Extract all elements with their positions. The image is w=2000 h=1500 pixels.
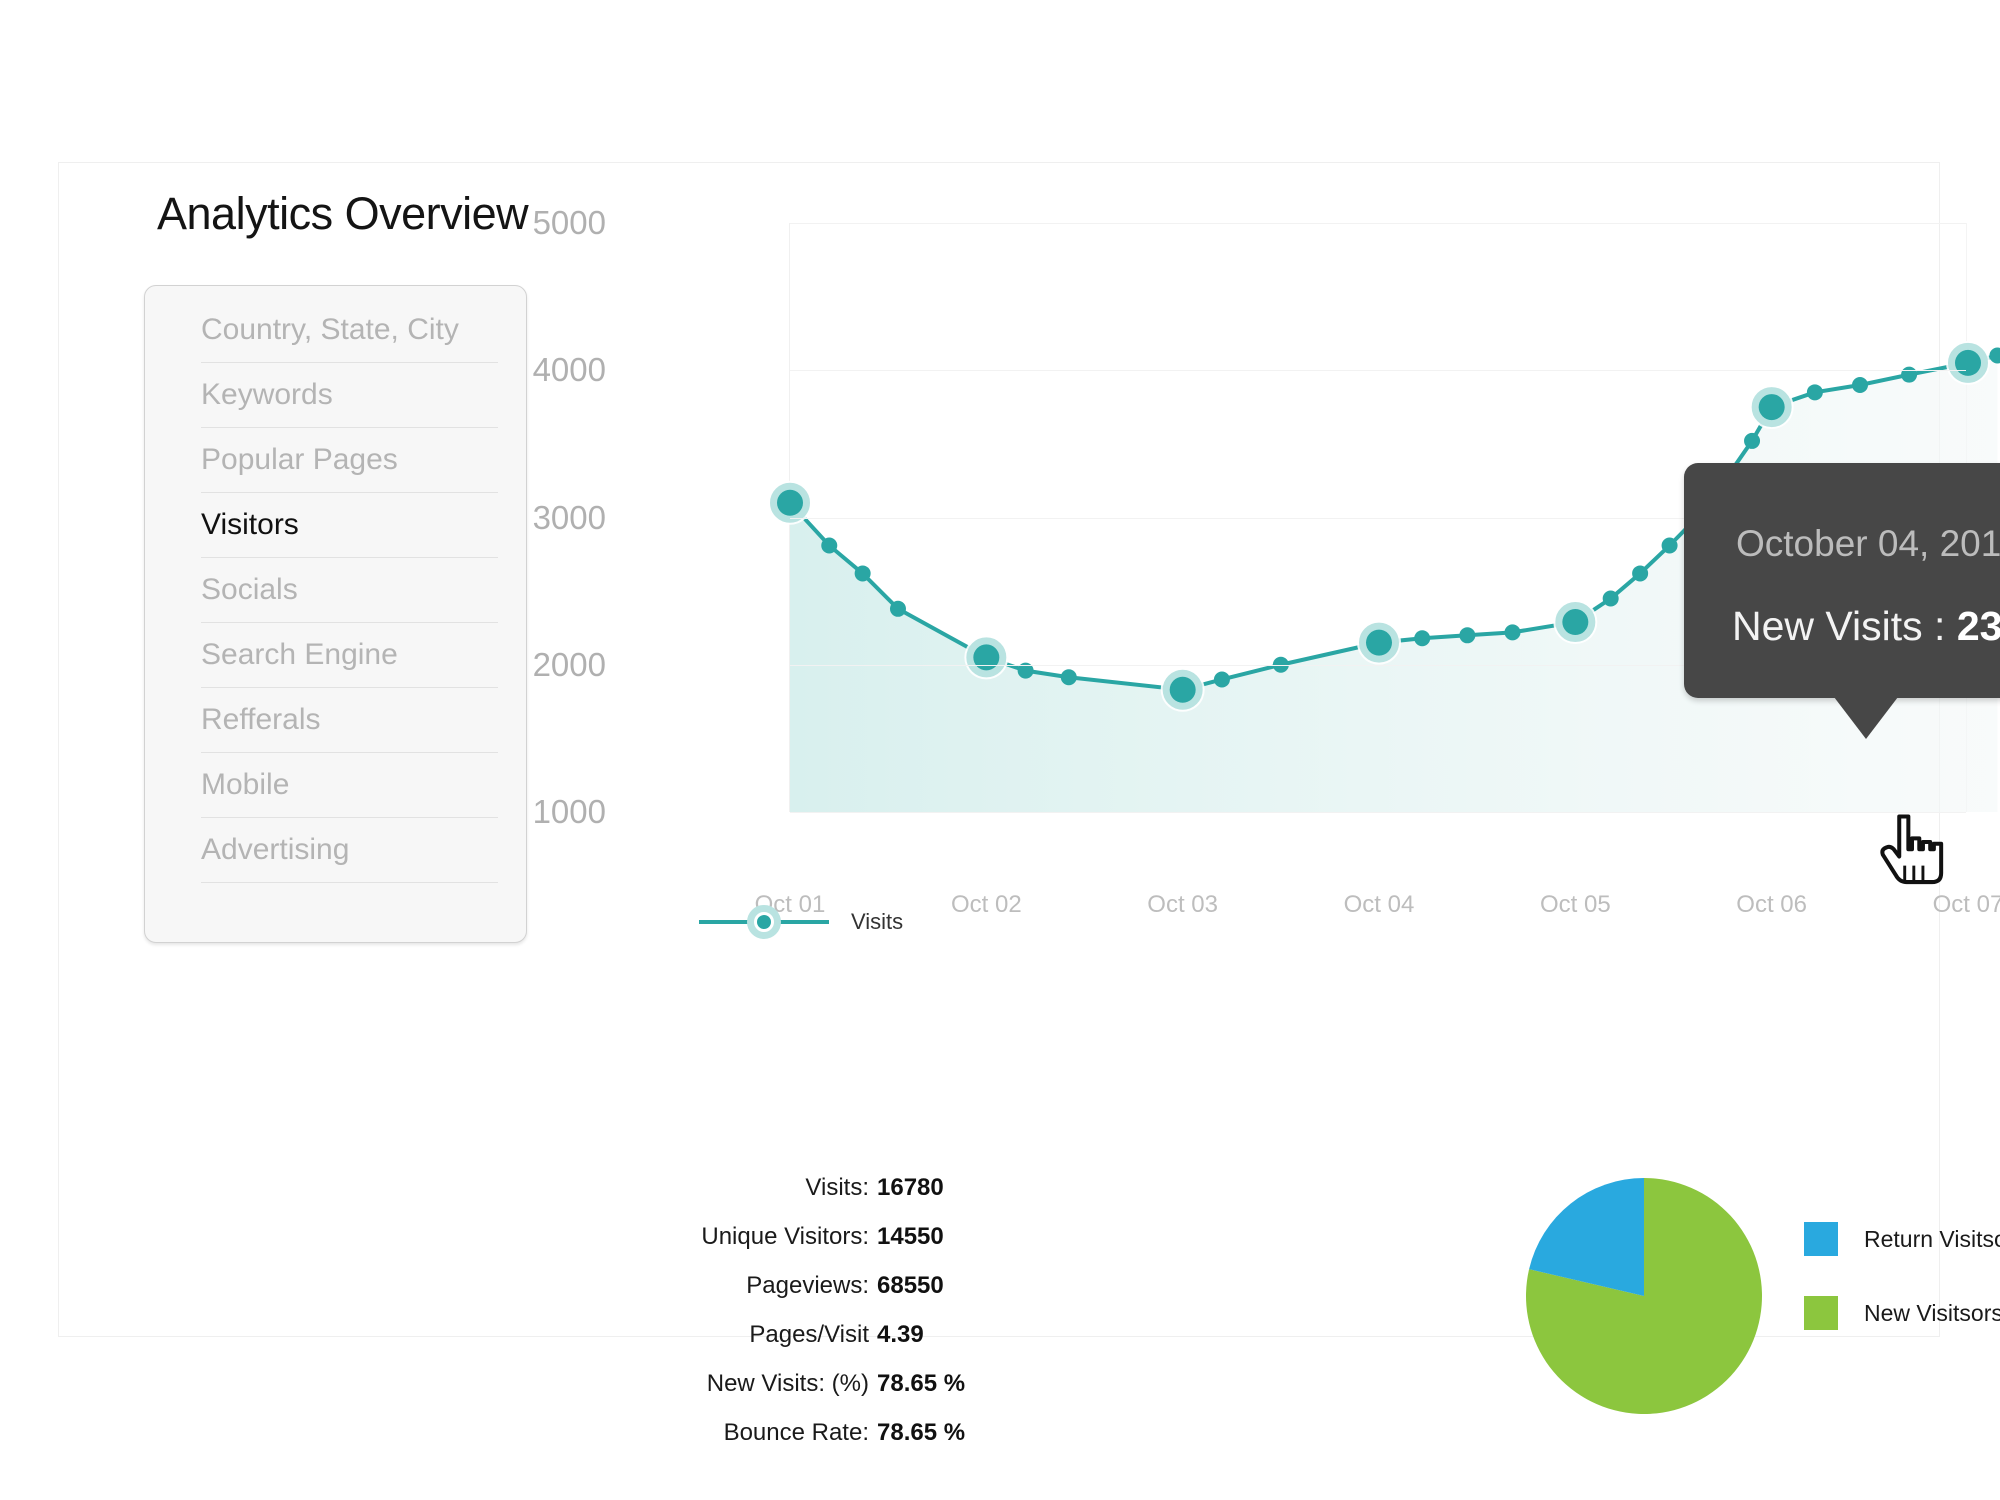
stat-label: Pages/Visit xyxy=(749,1320,869,1348)
pie-chart-graphic xyxy=(1526,1178,1762,1414)
chart-tooltip: October 04, 2013 New Visits : 2350 xyxy=(1684,463,2000,739)
pointing-hand-cursor xyxy=(1880,814,1944,885)
pie-legend-label: Return Visitsors: (%) xyxy=(1864,1225,2000,1252)
stat-row: Bounce Rate: 78.65 % xyxy=(619,1408,1179,1457)
stat-row: Visits: 16780 xyxy=(619,1163,1179,1212)
visitor-split-pie: Return Visitsors: (%) 21.35 % New Visitso… xyxy=(1499,1171,2000,1421)
data-point-marker[interactable] xyxy=(1366,629,1392,656)
pie-legend-swatch xyxy=(1804,1222,1838,1256)
data-point-marker[interactable] xyxy=(854,565,871,582)
sidebar-item-socials[interactable]: Socials xyxy=(201,558,498,623)
data-point-marker[interactable] xyxy=(1661,537,1678,554)
tooltip-arrow xyxy=(1834,697,1898,739)
stat-value: 4.39 xyxy=(877,1320,924,1348)
pie-legend-text: New Visitsors: (%) 78.65 % xyxy=(1864,1300,2000,1327)
data-point-marker[interactable] xyxy=(1459,627,1476,644)
sidebar-item-refferals[interactable]: Refferals xyxy=(201,688,498,753)
stat-label: Pageviews: xyxy=(746,1271,869,1299)
stat-label: Unique Visitors: xyxy=(701,1222,869,1250)
tooltip-date: October 04, 2013 xyxy=(1736,523,2000,564)
sidebar-item-label: Search Engine xyxy=(201,638,398,671)
sidebar-item-label: Popular Pages xyxy=(201,443,398,476)
stat-value: 14550 xyxy=(877,1222,944,1250)
y-axis-tick-label: 3000 xyxy=(532,498,606,536)
chart-legend[interactable]: Visits xyxy=(699,905,903,939)
data-point-marker[interactable] xyxy=(1562,609,1589,636)
x-axis-tick-label: Oct 05 xyxy=(1539,891,1611,918)
stat-row: Pages/Visit 4.39 xyxy=(619,1310,1179,1359)
stat-row: Pageviews: 68550 xyxy=(619,1261,1179,1310)
sidebar-item-label: Socials xyxy=(201,573,298,606)
tooltip-metric-label: New Visits : xyxy=(1732,603,1957,649)
data-point-marker[interactable] xyxy=(1852,376,1869,393)
sidebar-item-label: Advertising xyxy=(201,833,350,866)
data-point-marker[interactable] xyxy=(973,644,1000,671)
legend-line-left xyxy=(699,920,751,924)
data-point-marker[interactable] xyxy=(821,537,838,554)
data-point-marker[interactable] xyxy=(777,489,803,516)
pie-legend-swatch xyxy=(1804,1296,1838,1330)
pie-legend: Return Visitsors: (%) 21.35 % New Visitso… xyxy=(1804,1213,2000,1361)
y-axis-tick-label: 4000 xyxy=(532,351,606,389)
sidebar-item-popular-pages[interactable]: Popular Pages xyxy=(201,428,498,493)
sidebar-item-label: Keywords xyxy=(201,378,333,411)
data-point-marker[interactable] xyxy=(1060,669,1077,686)
stat-label: Bounce Rate: xyxy=(723,1418,869,1446)
sidebar-item-label: Refferals xyxy=(201,703,321,736)
y-axis-tick-label: 1000 xyxy=(532,793,606,830)
sidebar-item-label: Visitors xyxy=(201,508,299,541)
tooltip-metric: New Visits : 2350 xyxy=(1732,603,2000,650)
analytics-card: Analytics Overview Country, State, City K… xyxy=(58,162,2000,1446)
stat-value: 78.65 % xyxy=(877,1418,966,1446)
stat-value: 78.65 % xyxy=(877,1369,966,1397)
y-axis-tick-label: 5000 xyxy=(532,204,606,241)
data-point-marker[interactable] xyxy=(1602,590,1619,607)
pie-legend-text: Return Visitsors: (%) 21.35 % xyxy=(1864,1226,2000,1253)
stat-value: 68550 xyxy=(877,1271,944,1299)
data-point-marker[interactable] xyxy=(1901,366,1918,383)
sidebar-item-label: Mobile xyxy=(201,768,290,801)
data-point-marker[interactable] xyxy=(1414,630,1431,647)
pie-legend-row[interactable]: Return Visitsors: (%) 21.35 % xyxy=(1804,1213,2000,1265)
data-point-marker[interactable] xyxy=(1744,432,1761,449)
y-gridline xyxy=(790,223,1966,224)
x-axis-tick-label: Oct 02 xyxy=(950,891,1022,918)
x-axis-tick-label: Oct 06 xyxy=(1736,891,1807,918)
data-point-marker[interactable] xyxy=(1632,565,1649,582)
y-axis-tick-label: 2000 xyxy=(532,645,606,683)
stat-value: 16780 xyxy=(877,1173,944,1201)
chart-column: 1000 2000 3000 4000 5000 Oct 01 Oct 02 Oct 03 Oc… xyxy=(533,163,2000,1446)
y-gridline xyxy=(790,812,1966,813)
legend-line-right xyxy=(777,920,829,924)
x-axis-tick-label: Oct 07 xyxy=(1932,891,2000,918)
stat-label: Visits: xyxy=(805,1173,869,1201)
y-gridline xyxy=(790,370,1966,372)
legend-marker-icon xyxy=(747,905,781,939)
summary-stats: Visits: 16780 Unique Visitors: 14550 Pagevie… xyxy=(619,1163,1179,1457)
data-point-marker[interactable] xyxy=(1955,349,1981,376)
stat-label: New Visits: (%) xyxy=(706,1369,869,1397)
legend-label: Visits xyxy=(851,909,904,934)
stat-row: Unique Visitors: 14550 xyxy=(619,1212,1179,1261)
data-point-marker[interactable] xyxy=(1213,671,1230,688)
data-point-marker[interactable] xyxy=(1758,394,1785,421)
x-axis-tick-label: Oct 03 xyxy=(1147,891,1218,918)
data-point-marker[interactable] xyxy=(889,600,906,617)
data-point-marker[interactable] xyxy=(1504,624,1521,641)
pie-legend-row[interactable]: New Visitsors: (%) 78.65 % xyxy=(1804,1287,2000,1339)
data-point-marker[interactable] xyxy=(1169,676,1196,703)
tooltip-metric-value: 2350 xyxy=(1956,603,2000,649)
x-axis-tick-label: Oct 04 xyxy=(1343,891,1415,918)
stat-row: New Visits: (%) 78.65 % xyxy=(619,1359,1179,1408)
sidebar-item-label: Country, State, City xyxy=(201,313,459,346)
data-point-marker[interactable] xyxy=(1806,384,1823,401)
left-panel: Analytics Overview Country, State, City K… xyxy=(59,163,619,1336)
pie-legend-label: New Visitsors: (%) xyxy=(1864,1299,2000,1326)
